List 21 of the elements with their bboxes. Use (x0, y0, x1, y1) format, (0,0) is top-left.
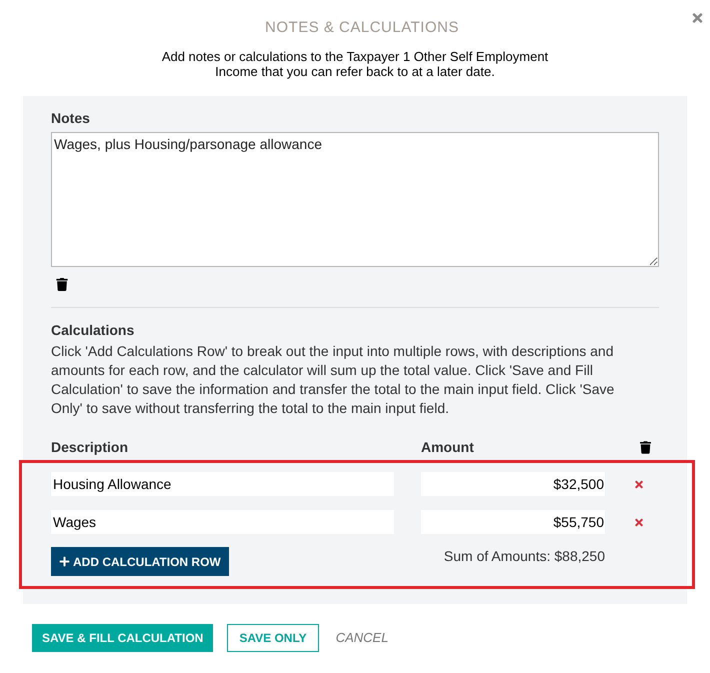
notes-field[interactable]: Wages, plus Housing/parsonage allowance (51, 132, 659, 267)
column-header: Description (51, 438, 130, 457)
notes-label: Notes (51, 109, 91, 127)
trash-icon[interactable] (56, 278, 68, 291)
cancel-link[interactable]: CANCEL (332, 624, 392, 652)
calculations-help-text: Click 'Add Calculations Row' to break out the input into multiple rows, with descriptions and amounts for each row, and the calculator will sum up the total value. Click 'Save and Fill Calculation' to save the information and transfer the total to the main input field. Click 'Save Only' to save without transferring the total to the main input field. (51, 342, 616, 418)
sum-of-amounts-text: Sum of Amounts: $88,250 (444, 547, 605, 565)
add-calculation-row-button[interactable]: ADD CALCULATION ROW (51, 547, 229, 576)
amount-field[interactable]: $32,500 (421, 472, 605, 496)
dialog-title: NOTES & CALCULATIONS (265, 19, 459, 37)
column-header: Amount (421, 438, 475, 456)
remove-row-icon[interactable] (634, 478, 644, 490)
plus-icon (59, 556, 70, 567)
trash-icon[interactable] (640, 440, 651, 454)
intro-text: Add notes or calculations to the Taxpayer 1 Other Self Employment Income that you can refer back to at a later date. (160, 49, 550, 79)
close-icon[interactable] (691, 11, 704, 25)
calculations-label: Calculations (51, 321, 136, 339)
remove-row-icon[interactable] (634, 516, 644, 528)
description-field[interactable]: Housing Allowance (51, 472, 394, 496)
description-field[interactable]: Wages (51, 510, 394, 534)
amount-field[interactable]: $55,750 (421, 510, 605, 534)
